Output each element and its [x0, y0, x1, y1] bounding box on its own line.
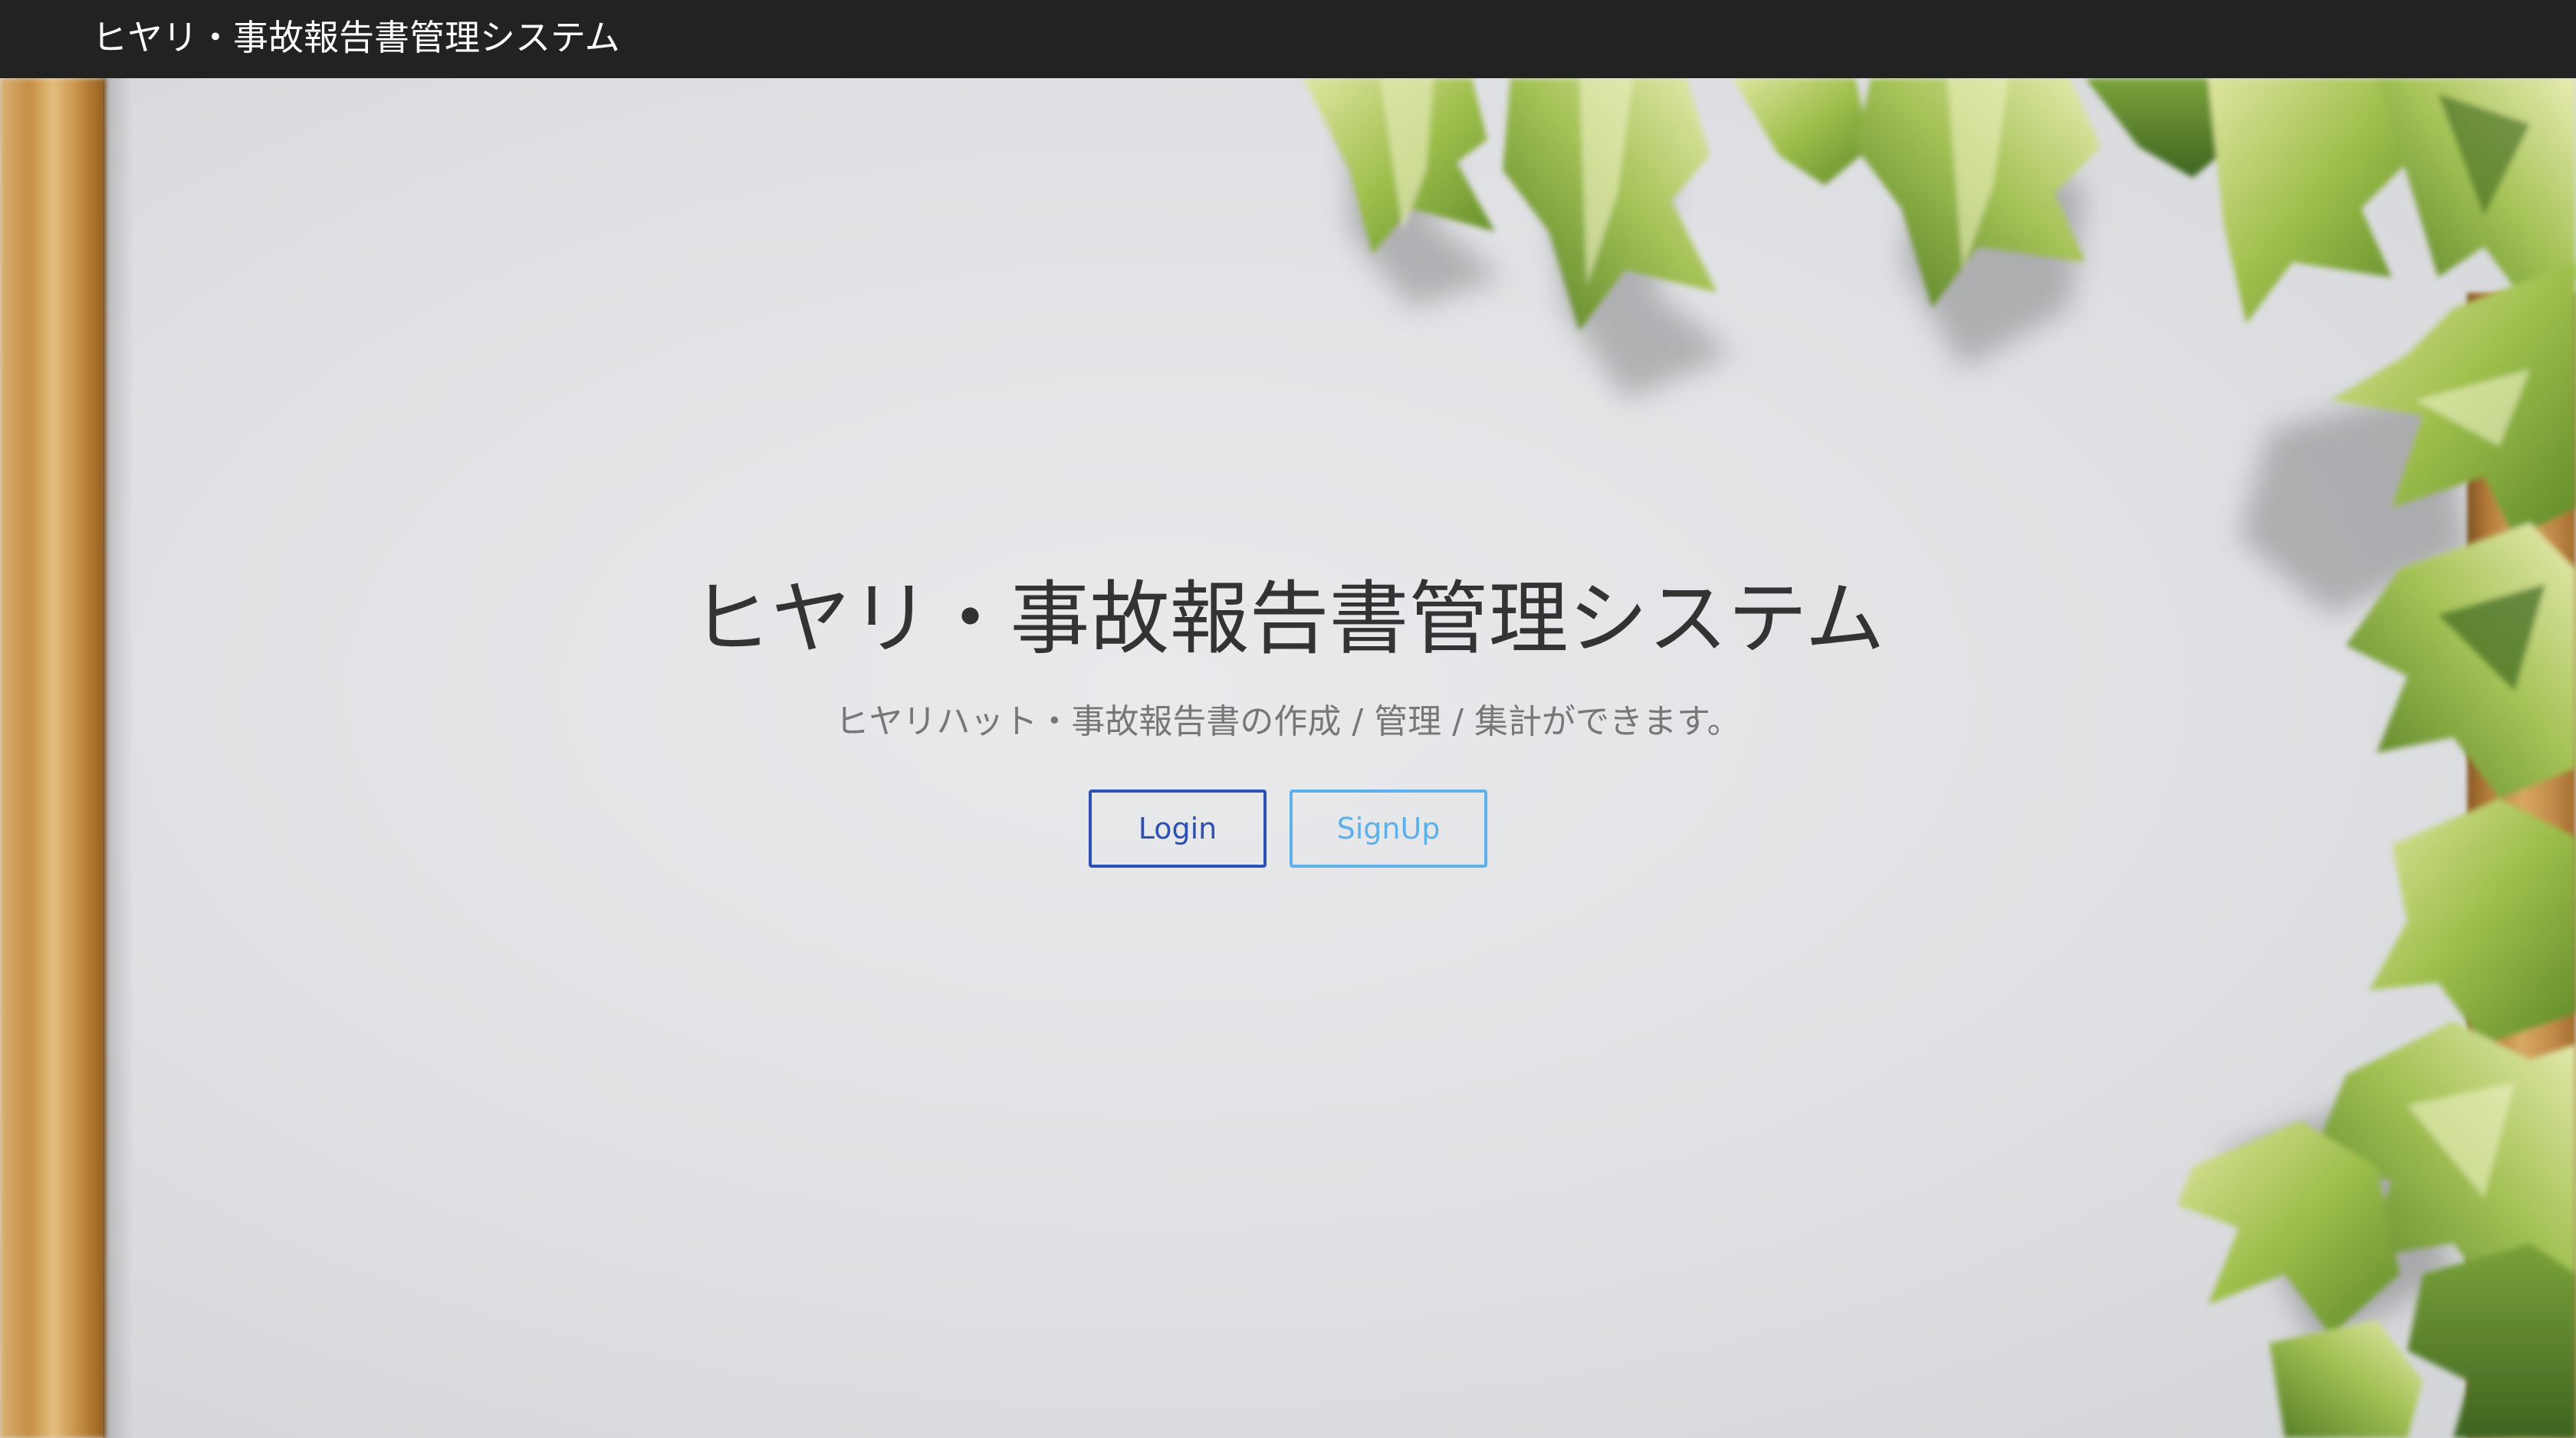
login-button[interactable]: Login — [1089, 790, 1267, 868]
page-subtitle: ヒヤリハット・事故報告書の作成 / 管理 / 集計ができます。 — [835, 702, 1741, 741]
navbar: ヒヤリ・事故報告書管理システム — [0, 0, 2576, 78]
hero-content: ヒヤリ・事故報告書管理システム ヒヤリハット・事故報告書の作成 / 管理 / 集… — [0, 78, 2576, 1438]
page-title: ヒヤリ・事故報告書管理システム — [691, 572, 1885, 665]
hero-section: ヒヤリ・事故報告書管理システム ヒヤリハット・事故報告書の作成 / 管理 / 集… — [0, 78, 2576, 1438]
signup-button[interactable]: SignUp — [1290, 790, 1487, 868]
navbar-brand[interactable]: ヒヤリ・事故報告書管理システム — [92, 14, 620, 61]
